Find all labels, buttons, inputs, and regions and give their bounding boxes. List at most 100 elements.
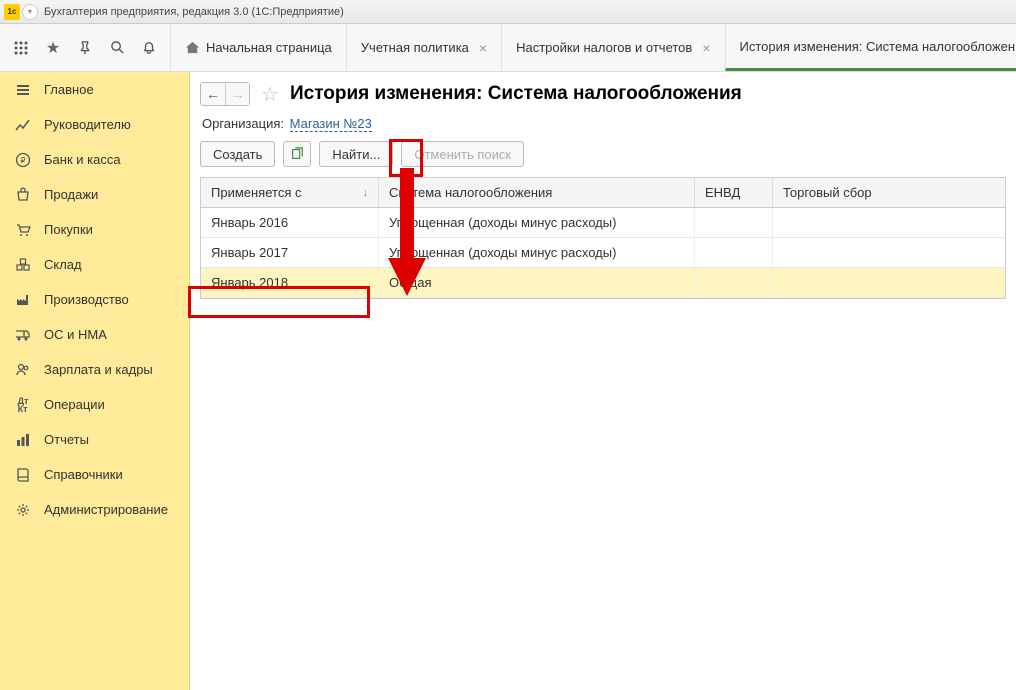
table-cell xyxy=(773,238,1005,267)
table-cell xyxy=(695,238,773,267)
tab-bar: Начальная страница Учетная политика × На… xyxy=(170,24,1016,71)
tab-item-2[interactable]: История изменения: Система налогообложен… xyxy=(725,24,1016,71)
sidebar-item-label: Отчеты xyxy=(44,432,89,447)
org-value-link[interactable]: Магазин №23 xyxy=(290,116,372,132)
search-icon[interactable] xyxy=(102,33,132,63)
sidebar-item-label: Продажи xyxy=(44,187,98,202)
dtkt-icon: ДтКт xyxy=(14,396,32,414)
table-cell: Упрощенная (доходы минус расходы) xyxy=(379,208,695,237)
sidebar-item-purchases[interactable]: Покупки xyxy=(0,212,189,247)
forward-button[interactable]: → xyxy=(225,83,249,105)
col-label: Система налогообложения xyxy=(389,185,552,200)
table-cell xyxy=(695,268,773,297)
app-logo-icon: 1с xyxy=(4,4,20,20)
toolbar-left-tools: ★ xyxy=(0,33,170,63)
tab-item-1[interactable]: Настройки налогов и отчетов × xyxy=(501,24,724,71)
col-trade-fee[interactable]: Торговый сбор xyxy=(773,178,1005,207)
sidebar: Главное Руководителю ₽ Банк и касса Прод… xyxy=(0,72,190,690)
close-icon[interactable]: × xyxy=(479,40,487,56)
sidebar-item-bank[interactable]: ₽ Банк и касса xyxy=(0,142,189,177)
star-icon[interactable]: ★ xyxy=(38,33,68,63)
sidebar-item-label: Администрирование xyxy=(44,502,168,517)
chart-icon xyxy=(14,116,32,134)
col-envd[interactable]: ЕНВД xyxy=(695,178,773,207)
table-cell: Январь 2017 xyxy=(201,238,379,267)
table-cell: Январь 2018 xyxy=(201,268,379,297)
table-row[interactable]: Январь 2017Упрощенная (доходы минус расх… xyxy=(201,238,1005,268)
sidebar-item-sales[interactable]: Продажи xyxy=(0,177,189,212)
organization-row: Организация: Магазин №23 xyxy=(200,116,1016,131)
tab-home[interactable]: Начальная страница xyxy=(170,24,346,71)
col-label: Применяется с xyxy=(211,185,301,200)
tab-label: Настройки налогов и отчетов xyxy=(516,40,692,55)
sidebar-item-warehouse[interactable]: Склад xyxy=(0,247,189,282)
close-icon[interactable]: × xyxy=(702,40,710,56)
tab-label: История изменения: Система налогообложен… xyxy=(740,39,1016,54)
page-title: История изменения: Система налогообложен… xyxy=(290,83,742,105)
bag-icon xyxy=(14,186,32,204)
table-cell: Январь 2016 xyxy=(201,208,379,237)
history-table: Применяется с ↓ Система налогообложения … xyxy=(200,177,1006,299)
table-row[interactable]: Январь 2016Упрощенная (доходы минус расх… xyxy=(201,208,1005,238)
col-tax-system[interactable]: Система налогообложения xyxy=(379,178,695,207)
action-row: Создать Найти... Отменить поиск xyxy=(200,141,1016,167)
sidebar-item-label: Производство xyxy=(44,292,129,307)
top-toolbar: ★ Начальная страница Учетная политика × … xyxy=(0,24,1016,72)
table-cell xyxy=(695,208,773,237)
sidebar-item-label: Склад xyxy=(44,257,82,272)
window-title: Бухгалтерия предприятия, редакция 3.0 (1… xyxy=(44,6,344,18)
back-button[interactable]: ← xyxy=(201,83,225,105)
col-label: Торговый сбор xyxy=(783,185,872,200)
bell-icon[interactable] xyxy=(134,33,164,63)
favorite-star-icon[interactable]: ☆ xyxy=(258,82,282,106)
create-button[interactable]: Создать xyxy=(200,141,275,167)
home-icon xyxy=(185,40,200,55)
sort-arrow-icon: ↓ xyxy=(363,187,369,199)
nav-buttons: ← → xyxy=(200,82,250,106)
book-icon xyxy=(14,466,32,484)
tab-label: Учетная политика xyxy=(361,40,469,55)
ruble-icon: ₽ xyxy=(14,151,32,169)
window-dropdown-icon[interactable]: ▾ xyxy=(22,4,38,20)
table-cell xyxy=(773,208,1005,237)
col-applied-from[interactable]: Применяется с ↓ xyxy=(201,178,379,207)
org-label: Организация: xyxy=(202,116,284,131)
table-row[interactable]: Январь 2018Общая xyxy=(201,268,1005,298)
sidebar-item-salary[interactable]: Зарплата и кадры xyxy=(0,352,189,387)
find-button[interactable]: Найти... xyxy=(319,141,393,167)
apps-icon[interactable] xyxy=(6,33,36,63)
main-content: ← → ☆ История изменения: Система налогоо… xyxy=(190,72,1016,690)
sidebar-item-label: ОС и НМА xyxy=(44,327,107,342)
sidebar-item-label: Руководителю xyxy=(44,117,131,132)
sidebar-item-production[interactable]: Производство xyxy=(0,282,189,317)
sidebar-item-reports[interactable]: Отчеты xyxy=(0,422,189,457)
sidebar-item-label: Покупки xyxy=(44,222,93,237)
cancel-search-button[interactable]: Отменить поиск xyxy=(401,141,524,167)
sidebar-item-label: Банк и касса xyxy=(44,152,121,167)
sidebar-item-fixed-assets[interactable]: ОС и НМА xyxy=(0,317,189,352)
factory-icon xyxy=(14,291,32,309)
boxes-icon xyxy=(14,256,32,274)
pin-icon[interactable] xyxy=(70,33,100,63)
cart-icon xyxy=(14,221,32,239)
menu-icon xyxy=(14,81,32,99)
sidebar-item-operations[interactable]: ДтКт Операции xyxy=(0,387,189,422)
sidebar-item-admin[interactable]: Администрирование xyxy=(0,492,189,527)
table-body: Январь 2016Упрощенная (доходы минус расх… xyxy=(201,208,1005,298)
table-cell: Общая xyxy=(379,268,695,297)
sidebar-item-directories[interactable]: Справочники xyxy=(0,457,189,492)
sidebar-item-label: Операции xyxy=(44,397,105,412)
bars-icon xyxy=(14,431,32,449)
svg-text:₽: ₽ xyxy=(20,156,25,165)
tab-item-0[interactable]: Учетная политика × xyxy=(346,24,501,71)
table-header: Применяется с ↓ Система налогообложения … xyxy=(201,178,1005,208)
sidebar-item-label: Зарплата и кадры xyxy=(44,362,153,377)
gear-icon xyxy=(14,501,32,519)
copy-icon xyxy=(290,147,304,161)
sidebar-item-label: Главное xyxy=(44,82,94,97)
copy-button[interactable] xyxy=(283,141,311,167)
sidebar-item-manager[interactable]: Руководителю xyxy=(0,107,189,142)
sidebar-item-main[interactable]: Главное xyxy=(0,72,189,107)
table-cell xyxy=(773,268,1005,297)
col-label: ЕНВД xyxy=(705,185,740,200)
